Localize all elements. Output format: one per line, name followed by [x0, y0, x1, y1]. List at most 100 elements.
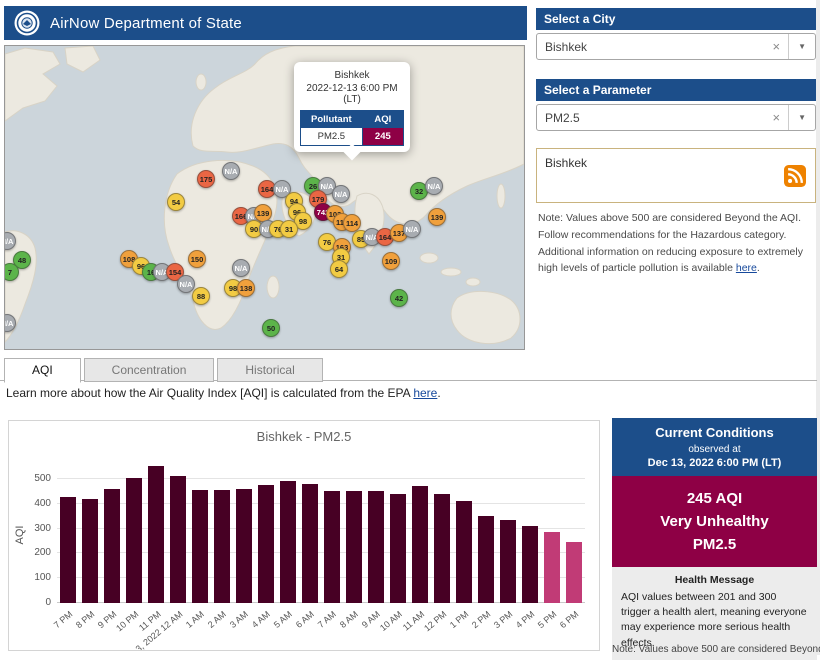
bar-2 PM[interactable] — [478, 516, 494, 603]
y-tick-label: 400 — [15, 498, 51, 509]
world-map[interactable]: N/A17554164N/A9426N/A179N/A32N/A166N/A13… — [4, 45, 525, 350]
aqi-marker-N/A[interactable]: N/A — [4, 232, 16, 250]
x-tick-label: 3 PM — [492, 609, 515, 630]
current-conditions-title: Current Conditions — [616, 425, 813, 440]
aqi-marker-42[interactable]: 42 — [390, 289, 408, 307]
x-tick-label: 4 AM — [250, 609, 272, 630]
city-select[interactable]: Bishkek × ▼ — [536, 33, 816, 60]
bar-10 AM[interactable] — [390, 494, 406, 603]
bar-9 AM[interactable] — [368, 491, 384, 603]
city-caret-down-icon[interactable]: ▼ — [788, 34, 815, 59]
x-tick-label: 1 AM — [184, 609, 206, 630]
sidebar-note-text: Note: Values above 500 are considered Be… — [538, 212, 803, 274]
tab-aqi[interactable]: AQI — [4, 358, 81, 383]
bar-8 AM[interactable] — [346, 491, 362, 603]
sidebar-note: Note: Values above 500 are considered Be… — [538, 210, 816, 277]
x-tick-label: 6 AM — [294, 609, 316, 630]
parameter-caret-down-icon[interactable]: ▼ — [788, 105, 815, 130]
chart-plot-area: 01002003004005007 PM8 PM9 PM10 PM11 PM3,… — [57, 459, 585, 603]
x-tick-label: 7 PM — [52, 609, 75, 630]
aqi-marker-139[interactable]: 139 — [428, 208, 446, 226]
aqi-marker-N/A[interactable]: N/A — [222, 162, 240, 180]
aqi-marker-175[interactable]: 175 — [197, 170, 215, 188]
bar-1 PM[interactable] — [456, 501, 472, 603]
current-aqi-category: Very Unhealthy — [616, 510, 813, 533]
x-tick-label: 12 PM — [422, 609, 448, 633]
x-tick-label: 7 AM — [316, 609, 338, 630]
bar-4 PM[interactable] — [522, 526, 538, 603]
bar-3 AM[interactable] — [236, 489, 252, 603]
y-tick-label: 0 — [15, 597, 51, 608]
observed-at-date: Dec 13, 2022 6:00 PM (LT) — [616, 457, 813, 469]
city-clear-icon[interactable]: × — [764, 39, 788, 54]
aqi-marker-150[interactable]: 150 — [188, 250, 206, 268]
bar-9 PM[interactable] — [104, 489, 120, 603]
x-tick-label: 8 PM — [74, 609, 97, 630]
aqi-marker-54[interactable]: 54 — [167, 193, 185, 211]
bar-2 AM[interactable] — [214, 490, 230, 603]
bar-7 PM[interactable] — [60, 497, 76, 603]
bar-5 PM[interactable] — [544, 532, 560, 603]
sidebar-note-suffix: . — [757, 262, 760, 274]
bar-3, 2022 12 AM[interactable] — [170, 476, 186, 603]
bar-11 PM[interactable] — [148, 466, 164, 603]
learn-more-text: Learn more about how the Air Quality Ind… — [6, 386, 413, 400]
chart-title: Bishkek - PM2.5 — [9, 429, 599, 444]
aqi-marker-31[interactable]: 31 — [280, 220, 298, 238]
aqi-marker-64[interactable]: 64 — [330, 260, 348, 278]
rss-icon[interactable] — [784, 165, 806, 187]
bar-4 AM[interactable] — [258, 485, 274, 603]
bar-8 PM[interactable] — [82, 499, 98, 603]
aqi-marker-50[interactable]: 50 — [262, 319, 280, 337]
y-tick-label: 100 — [15, 572, 51, 583]
popup-col-pollutant: Pollutant — [301, 111, 362, 128]
bar-7 AM[interactable] — [324, 491, 340, 603]
aqi-bar-chart: Bishkek - PM2.5 AQI 01002003004005007 PM… — [8, 420, 600, 651]
parameter-select-value: PM2.5 — [545, 111, 764, 125]
aqi-marker-N/A[interactable]: N/A — [425, 177, 443, 195]
city-select-header-label: Select a City — [544, 12, 615, 26]
bar-6 PM[interactable] — [566, 542, 582, 603]
bar-3 PM[interactable] — [500, 520, 516, 603]
app-header: AirNow Department of State — [4, 6, 527, 40]
bar-5 AM[interactable] — [280, 481, 296, 603]
city-select-value: Bishkek — [545, 40, 764, 54]
bar-10 PM[interactable] — [126, 478, 142, 603]
popup-pollutant-value: PM2.5 — [301, 128, 362, 145]
bar-1 AM[interactable] — [192, 490, 208, 603]
aqi-marker-88[interactable]: 88 — [192, 287, 210, 305]
aqi-marker-N/A[interactable]: N/A — [332, 185, 350, 203]
x-tick-label: 8 AM — [338, 609, 360, 630]
sidebar-note-here-link[interactable]: here — [736, 262, 757, 274]
x-tick-label: 1 PM — [448, 609, 471, 630]
observed-at-label: observed at — [616, 444, 813, 455]
aqi-marker-N/A[interactable]: N/A — [4, 314, 16, 332]
x-tick-label: 11 AM — [401, 609, 426, 633]
tab-concentration[interactable]: Concentration — [84, 358, 215, 382]
popup-table: Pollutant AQI PM2.5 245 — [300, 110, 404, 146]
health-message-text: AQI values between 201 and 300 trigger a… — [621, 590, 808, 651]
current-aqi-value: 245 AQI — [616, 487, 813, 510]
y-tick-label: 500 — [15, 473, 51, 484]
current-aqi-block: 245 AQI Very Unhealthy PM2.5 — [612, 476, 817, 567]
bar-6 AM[interactable] — [302, 484, 318, 603]
city-select-header: Select a City — [536, 8, 816, 30]
popup-table-header: Pollutant AQI — [301, 111, 403, 128]
bar-11 AM[interactable] — [412, 486, 428, 603]
learn-more-here-link[interactable]: here — [413, 386, 437, 400]
parameter-select[interactable]: PM2.5 × ▼ — [536, 104, 816, 131]
aqi-marker-N/A[interactable]: N/A — [177, 275, 195, 293]
bar-12 PM[interactable] — [434, 494, 450, 603]
dos-seal-logo — [14, 10, 40, 36]
popup-aqi-value: 245 — [362, 128, 403, 145]
popup-datetime: 2022-12-13 6:00 PM — [300, 83, 404, 94]
parameter-clear-icon[interactable]: × — [764, 110, 788, 125]
current-conditions-panel: Current Conditions observed at Dec 13, 2… — [612, 418, 817, 660]
aqi-marker-7[interactable]: 7 — [4, 263, 19, 281]
aqi-marker-138[interactable]: 138 — [237, 279, 255, 297]
tab-bar: AQIConcentrationHistorical — [4, 358, 326, 383]
aqi-marker-N/A[interactable]: N/A — [403, 220, 421, 238]
aqi-marker-N/A[interactable]: N/A — [232, 259, 250, 277]
tab-historical[interactable]: Historical — [217, 358, 322, 382]
aqi-marker-109[interactable]: 109 — [382, 252, 400, 270]
